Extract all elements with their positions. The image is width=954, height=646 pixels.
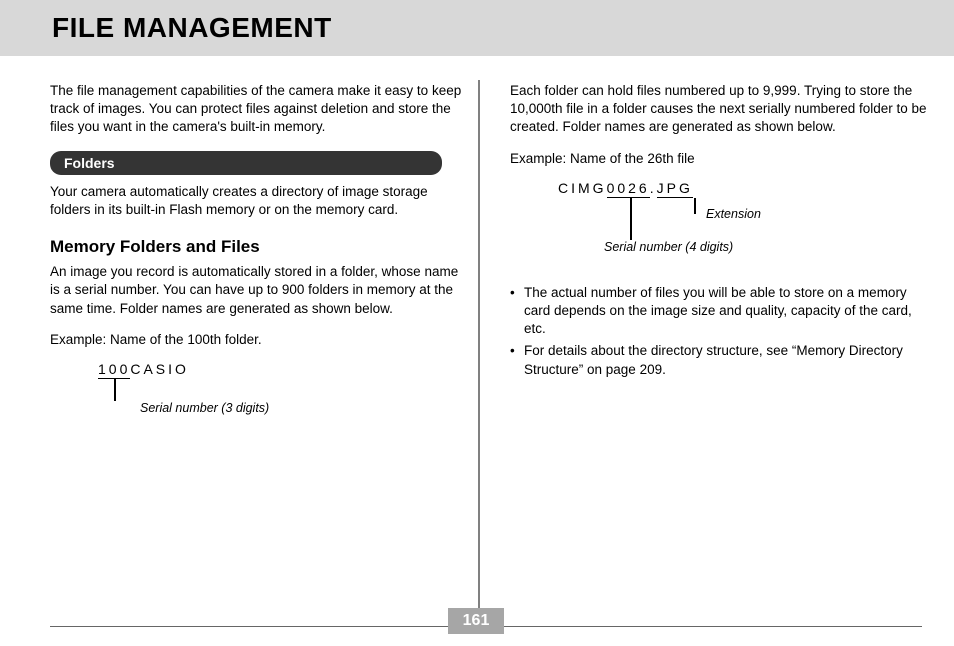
right-column: Each folder can hold files numbered up t…: [510, 82, 930, 383]
subheading-memory-folders-files: Memory Folders and Files: [50, 237, 470, 257]
callout-line-icon: [630, 198, 632, 240]
file-example-diagram: CIMG0026.JPG Extension Serial number (4 …: [558, 180, 930, 270]
right-intro-paragraph: Each folder can hold files numbered up t…: [510, 82, 930, 137]
folders-paragraph: Your camera automatically creates a dire…: [50, 183, 470, 219]
file-prefix: CIMG: [558, 180, 607, 196]
file-extension: JPG: [657, 180, 693, 198]
file-example-name: CIMG0026.JPG: [558, 180, 693, 198]
folder-rest: CASIO: [130, 361, 189, 377]
intro-paragraph: The file management capabilities of the …: [50, 82, 470, 137]
list-item: The actual number of files you will be a…: [510, 284, 930, 339]
left-column: The file management capabilities of the …: [50, 82, 470, 431]
list-item: For details about the directory structur…: [510, 342, 930, 378]
file-example-label: Example: Name of the 26th file: [510, 151, 930, 166]
column-divider: [478, 80, 480, 622]
file-serial: 0026: [607, 180, 650, 198]
folder-example-name: 100CASIO: [98, 361, 189, 379]
content-area: The file management capabilities of the …: [50, 82, 922, 610]
callout-line-icon: [114, 379, 116, 401]
page-number-badge: 161: [448, 608, 504, 634]
folder-serial: 100: [98, 361, 130, 379]
file-serial-caption: Serial number (4 digits): [604, 240, 733, 254]
folder-serial-caption: Serial number (3 digits): [140, 401, 269, 415]
mff-paragraph: An image you record is automatically sto…: [50, 263, 470, 318]
notes-list: The actual number of files you will be a…: [510, 284, 930, 379]
page: FILE MANAGEMENT The file management capa…: [0, 0, 954, 646]
file-extension-caption: Extension: [706, 207, 761, 221]
page-title: FILE MANAGEMENT: [52, 12, 332, 44]
folder-example-label: Example: Name of the 100th folder.: [50, 332, 470, 347]
callout-line-icon: [694, 198, 696, 214]
header-bar: FILE MANAGEMENT: [0, 0, 954, 56]
folder-example-diagram: 100CASIO Serial number (3 digits): [98, 361, 470, 431]
file-dot: .: [650, 180, 657, 196]
section-heading-folders: Folders: [50, 151, 442, 175]
